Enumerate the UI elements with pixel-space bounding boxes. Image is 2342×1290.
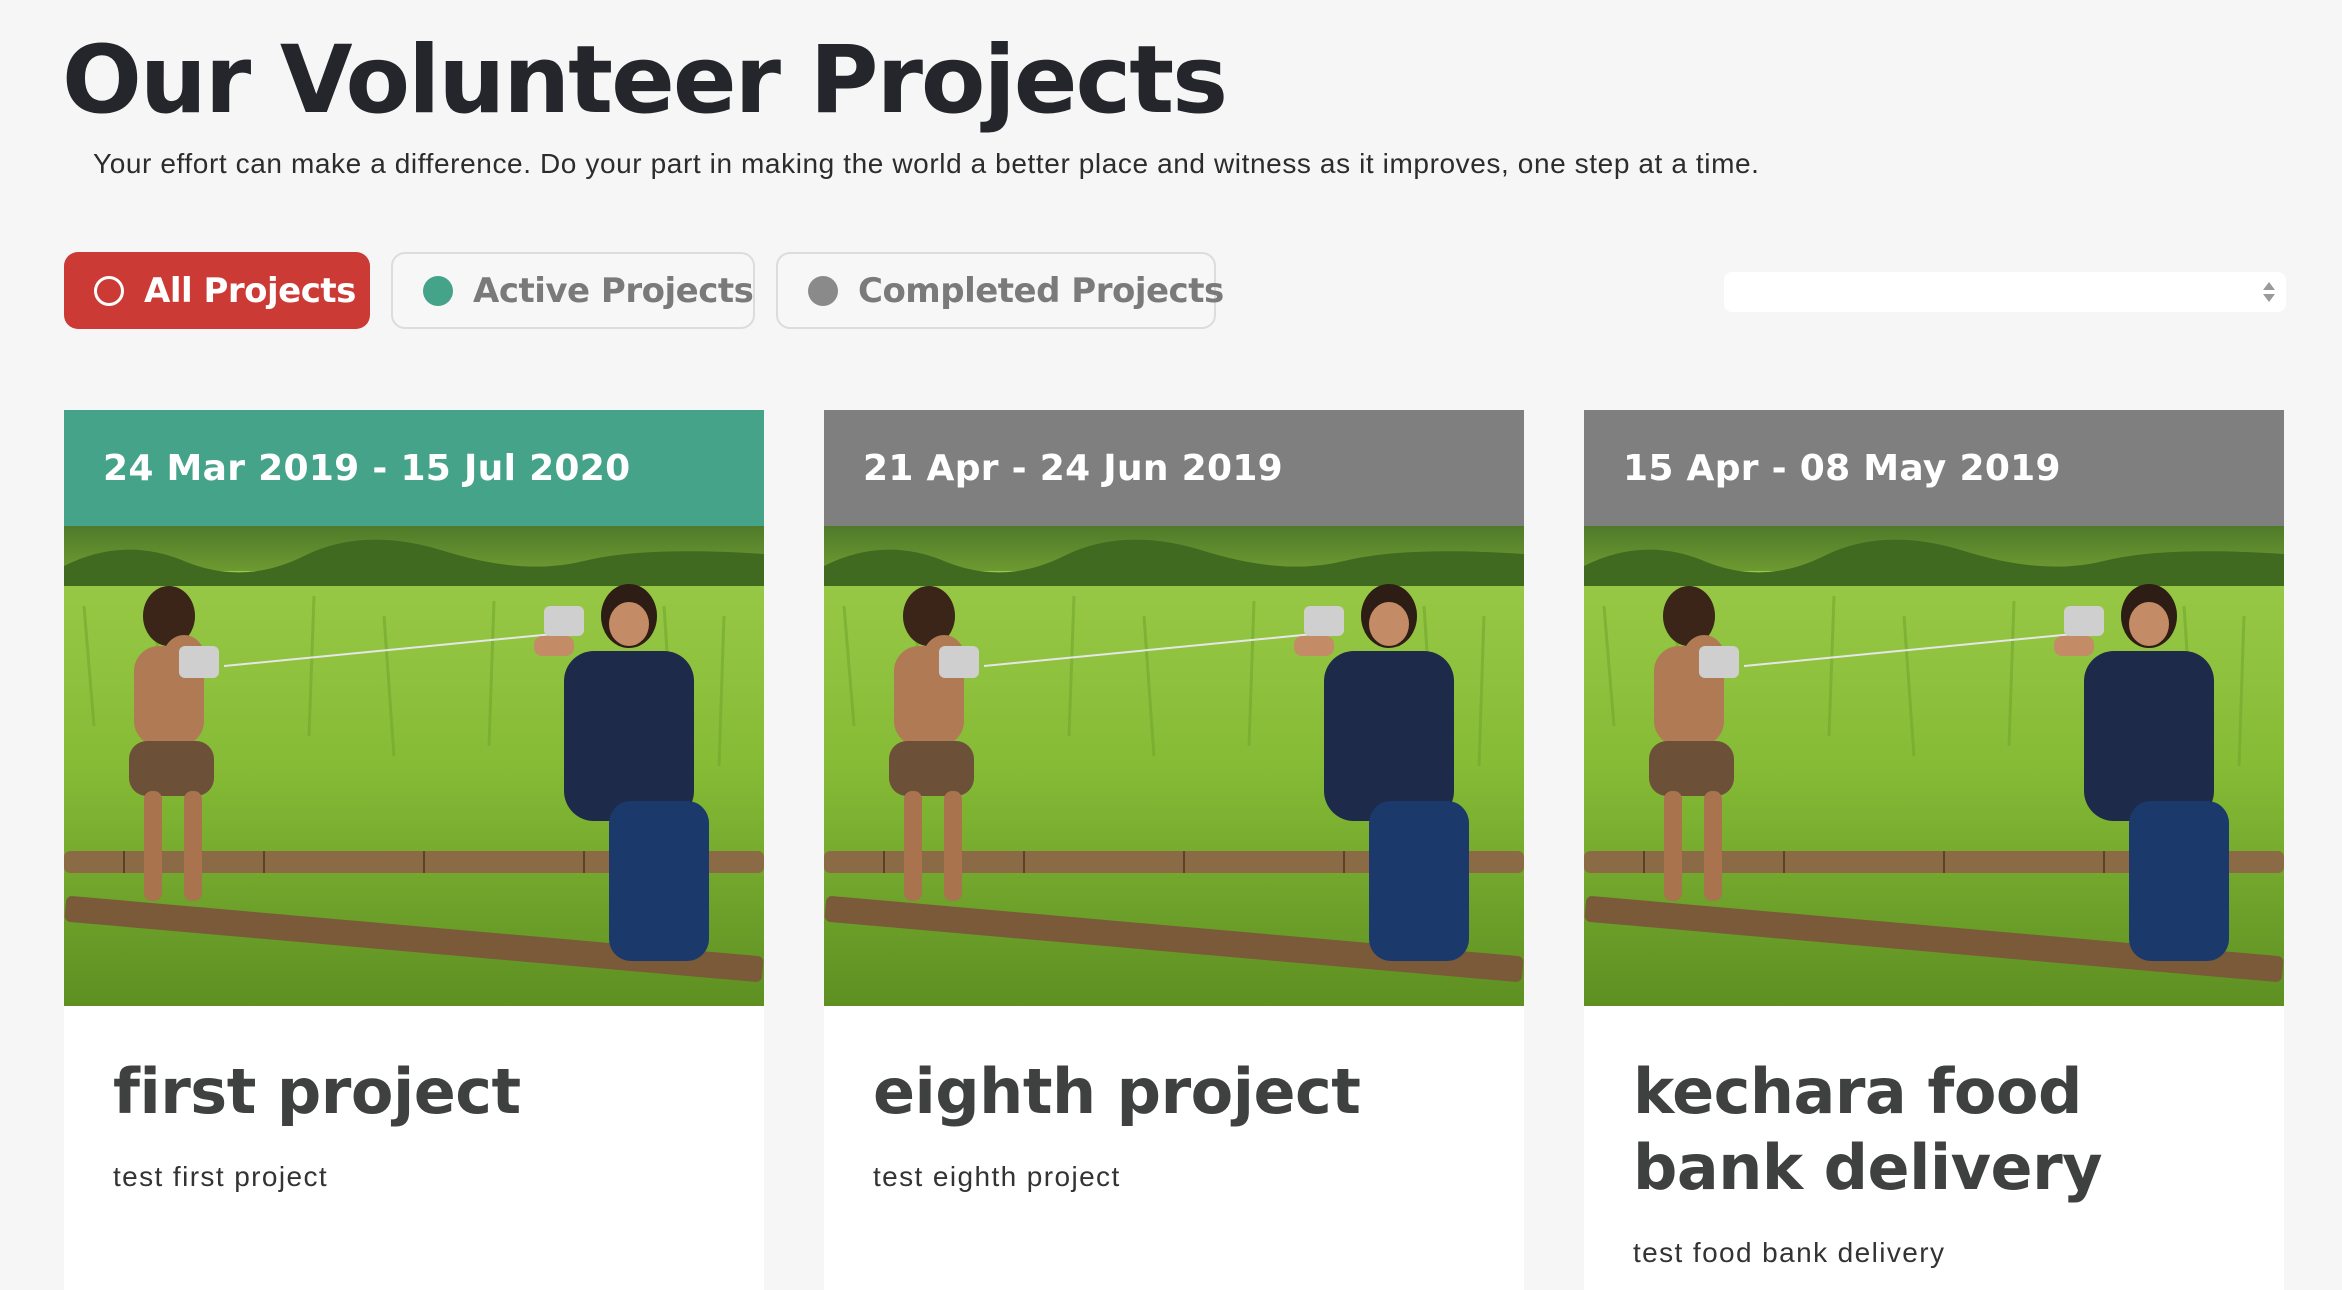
active-projects-filter-button[interactable]: Active Projects xyxy=(391,252,755,329)
filter-label: Completed Projects xyxy=(858,270,1224,311)
project-description: test first project xyxy=(113,1161,329,1192)
project-card[interactable]: 21 Apr - 24 Jun 2019 eighth project test… xyxy=(824,410,1524,1290)
completed-projects-filter-button[interactable]: Completed Projects xyxy=(776,252,1224,329)
gray-dot-icon xyxy=(808,275,838,306)
project-title[interactable]: first project xyxy=(113,1054,715,1130)
project-image xyxy=(824,526,1524,1006)
project-title[interactable]: kechara food bank delivery xyxy=(1633,1054,2235,1206)
project-description: test food bank delivery xyxy=(1633,1237,1946,1268)
project-filters: All Projects Active Projects Completed P… xyxy=(64,252,1224,329)
project-title[interactable]: eighth project xyxy=(873,1054,1475,1130)
radio-circle-icon xyxy=(94,275,124,306)
all-projects-filter-button[interactable]: All Projects xyxy=(64,252,370,329)
page-title: Our Volunteer Projects xyxy=(62,26,1228,135)
project-date-banner: 15 Apr - 08 May 2019 xyxy=(1584,410,2284,526)
select-arrows-icon xyxy=(2262,276,2276,308)
sort-select[interactable] xyxy=(1724,272,2286,312)
project-date-banner: 24 Mar 2019 - 15 Jul 2020 xyxy=(64,410,764,526)
project-image xyxy=(1584,526,2284,1006)
project-description: test eighth project xyxy=(873,1161,1121,1192)
filter-label: All Projects xyxy=(144,270,356,311)
project-date-banner: 21 Apr - 24 Jun 2019 xyxy=(824,410,1524,526)
project-card[interactable]: 24 Mar 2019 - 15 Jul 2020 first project … xyxy=(64,410,764,1290)
project-image xyxy=(64,526,764,1006)
project-card[interactable]: 15 Apr - 08 May 2019 kechara food bank d… xyxy=(1584,410,2284,1290)
green-dot-icon xyxy=(423,275,453,306)
filter-label: Active Projects xyxy=(473,270,754,311)
page-subtitle: Your effort can make a difference. Do yo… xyxy=(93,148,1760,179)
